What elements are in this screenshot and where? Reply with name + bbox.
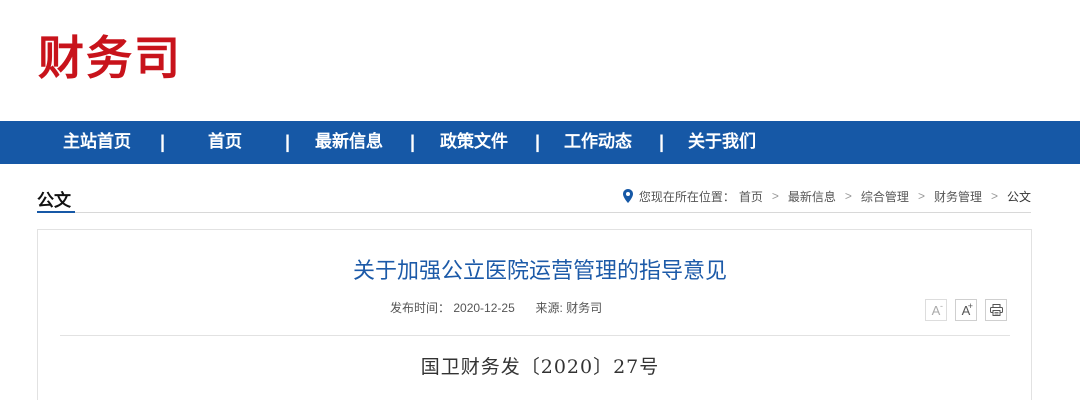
source-value: 财务司 [566, 301, 603, 315]
location-pin-icon [622, 189, 633, 203]
section-title-underline [37, 211, 75, 213]
font-increase-button[interactable]: A + [955, 299, 977, 321]
article-tools: A - A + [925, 299, 1007, 321]
chevron-right-icon: > [990, 189, 998, 203]
font-decrease-button[interactable]: A - [925, 299, 947, 321]
nav-item-latest-news[interactable]: 最新信息 [315, 121, 383, 164]
article-meta-divider [60, 335, 1010, 336]
nav-item-about-us[interactable]: 关于我们 [688, 121, 756, 164]
breadcrumb-current: 公文 [1006, 189, 1031, 204]
printer-icon [989, 304, 1003, 316]
section-divider [37, 212, 1031, 213]
breadcrumb-link-latest-news[interactable]: 最新信息 [788, 188, 836, 205]
site-logo[interactable]: 财务司 [38, 28, 182, 88]
nav-item-policy-documents[interactable]: 政策文件 [440, 121, 508, 164]
nav-item-main-home[interactable]: 主站首页 [63, 121, 131, 164]
nav-separator: | [160, 132, 166, 152]
article-title: 关于加强公立医院运营管理的指导意见 [352, 259, 727, 284]
nav-item-work-updates[interactable]: 工作动态 [564, 121, 632, 164]
breadcrumb: 您现在所在位置： 首页 > 最新信息 > 综合管理 > 财务管理 > 公文 [622, 186, 1031, 206]
font-decrease-mark: - [940, 301, 943, 311]
nav-separator: | [535, 132, 541, 152]
nav-item-home[interactable]: 首页 [208, 121, 242, 164]
chevron-right-icon: > [917, 189, 925, 203]
nav-separator: | [659, 132, 665, 152]
chevron-right-icon: > [844, 189, 852, 203]
breadcrumb-link-general-management[interactable]: 综合管理 [861, 188, 909, 205]
nav-separator: | [285, 132, 291, 152]
document-number: 国卫财务发〔2020〕27号 [420, 356, 660, 378]
publish-date: 2020-12-25 [453, 301, 515, 315]
section-title: 公文 [37, 191, 71, 211]
article-meta: 发布时间： 2020-12-25 来源: 财务司 [390, 299, 602, 316]
breadcrumb-link-home[interactable]: 首页 [739, 188, 763, 205]
chevron-right-icon: > [771, 189, 779, 203]
breadcrumb-prefix: 您现在所在位置： [638, 189, 735, 204]
publish-label: 发布时间： [390, 301, 451, 315]
nav-separator: | [410, 132, 416, 152]
main-nav: 主站首页 | 首页 | 最新信息 | 政策文件 | 工作动态 | 关于我们 [0, 121, 1080, 164]
breadcrumb-link-financial-management[interactable]: 财务管理 [934, 188, 982, 205]
source-label: 来源: [535, 301, 563, 315]
print-button[interactable] [985, 299, 1007, 321]
font-increase-mark: + [967, 301, 973, 311]
